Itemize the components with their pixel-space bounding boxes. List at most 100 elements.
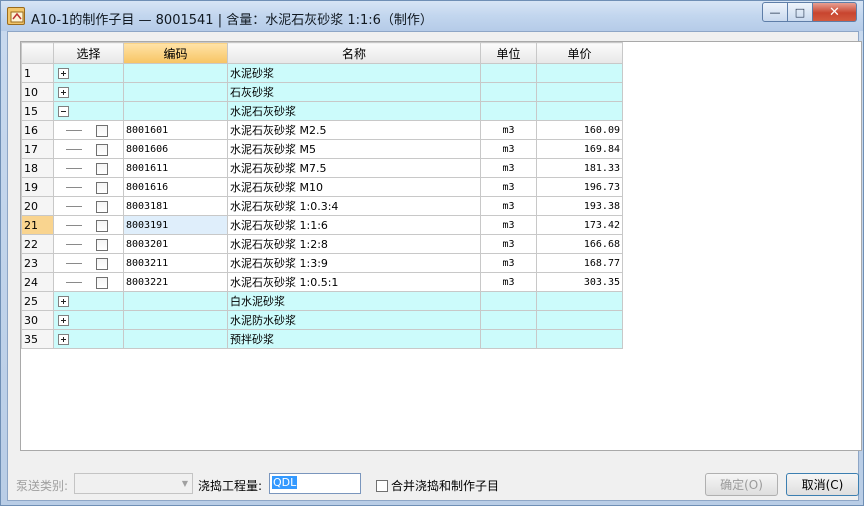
unit-cell[interactable] xyxy=(480,63,537,83)
grid-panel[interactable]: 选择 编码 名称 单位 单价 1 水泥砂浆 10 石灰砂浆 15 水泥石灰砂浆 16 8001… xyxy=(20,41,862,451)
select-cell[interactable] xyxy=(53,158,124,178)
price-cell[interactable]: 169.84 xyxy=(536,139,623,159)
header-unit[interactable]: 单位 xyxy=(480,42,537,64)
name-cell[interactable]: 水泥石灰砂浆 1:2:8 xyxy=(227,234,481,254)
select-cell[interactable] xyxy=(53,82,124,102)
checkbox-icon[interactable] xyxy=(376,479,388,492)
name-cell[interactable]: 水泥石灰砂浆 xyxy=(227,101,481,121)
row-checkbox[interactable] xyxy=(96,143,108,156)
code-cell[interactable]: 8001616 xyxy=(123,177,228,197)
unit-cell[interactable]: m3 xyxy=(480,196,537,216)
select-cell[interactable] xyxy=(53,177,124,197)
code-cell[interactable] xyxy=(123,63,228,83)
table-row[interactable]: 17 8001606 水泥石灰砂浆 M5 m3 169.84 xyxy=(21,139,623,159)
group-row[interactable]: 35 预拌砂浆 xyxy=(21,329,623,349)
select-cell[interactable] xyxy=(53,329,124,349)
row-checkbox[interactable] xyxy=(96,257,108,270)
merge-checkbox[interactable]: 合并浇捣和制作子目 xyxy=(376,477,499,494)
code-cell[interactable]: 8003221 xyxy=(123,272,228,292)
unit-cell[interactable]: m3 xyxy=(480,177,537,197)
price-cell[interactable]: 173.42 xyxy=(536,215,623,235)
table-row[interactable]: 20 8003181 水泥石灰砂浆 1:0.3:4 m3 193.38 xyxy=(21,196,623,216)
name-cell[interactable]: 预拌砂浆 xyxy=(227,329,481,349)
name-cell[interactable]: 白水泥砂浆 xyxy=(227,291,481,311)
name-cell[interactable]: 水泥石灰砂浆 M7.5 xyxy=(227,158,481,178)
name-cell[interactable]: 石灰砂浆 xyxy=(227,82,481,102)
collapse-icon[interactable] xyxy=(58,106,69,117)
unit-cell[interactable]: m3 xyxy=(480,234,537,254)
row-checkbox[interactable] xyxy=(96,181,108,194)
code-cell[interactable]: 8001611 xyxy=(123,158,228,178)
name-cell[interactable]: 水泥石灰砂浆 1:3:9 xyxy=(227,253,481,273)
price-cell[interactable]: 196.73 xyxy=(536,177,623,197)
row-checkbox[interactable] xyxy=(96,219,108,232)
price-cell[interactable]: 166.68 xyxy=(536,234,623,254)
code-cell[interactable] xyxy=(123,329,228,349)
cancel-button[interactable]: 取消(C) xyxy=(786,473,859,496)
unit-cell[interactable]: m3 xyxy=(480,139,537,159)
code-cell[interactable] xyxy=(123,101,228,121)
group-row[interactable]: 1 水泥砂浆 xyxy=(21,63,623,83)
code-cell[interactable]: 8001601 xyxy=(123,120,228,140)
header-name[interactable]: 名称 xyxy=(227,42,481,64)
group-row[interactable]: 30 水泥防水砂浆 xyxy=(21,310,623,330)
table-row[interactable]: 16 8001601 水泥石灰砂浆 M2.5 m3 160.09 xyxy=(21,120,623,140)
code-cell[interactable]: 8003201 xyxy=(123,234,228,254)
unit-cell[interactable] xyxy=(480,82,537,102)
unit-cell[interactable]: m3 xyxy=(480,215,537,235)
maximize-button[interactable]: □ xyxy=(788,2,813,22)
table-row[interactable]: 18 8001611 水泥石灰砂浆 M7.5 m3 181.33 xyxy=(21,158,623,178)
select-cell[interactable] xyxy=(53,139,124,159)
name-cell[interactable]: 水泥石灰砂浆 1:0.5:1 xyxy=(227,272,481,292)
price-cell[interactable]: 193.38 xyxy=(536,196,623,216)
price-cell[interactable] xyxy=(536,101,623,121)
price-cell[interactable]: 181.33 xyxy=(536,158,623,178)
expand-icon[interactable] xyxy=(58,68,69,79)
pump-type-select[interactable]: ▼ xyxy=(74,473,193,494)
group-row[interactable]: 15 水泥石灰砂浆 xyxy=(21,101,623,121)
name-cell[interactable]: 水泥砂浆 xyxy=(227,63,481,83)
code-cell[interactable] xyxy=(123,291,228,311)
row-checkbox[interactable] xyxy=(96,162,108,175)
select-cell[interactable] xyxy=(53,310,124,330)
price-cell[interactable] xyxy=(536,310,623,330)
price-cell[interactable]: 303.35 xyxy=(536,272,623,292)
code-cell[interactable] xyxy=(123,310,228,330)
select-cell[interactable] xyxy=(53,101,124,121)
select-cell[interactable] xyxy=(53,63,124,83)
row-checkbox[interactable] xyxy=(96,124,108,137)
select-cell[interactable] xyxy=(53,120,124,140)
unit-cell[interactable]: m3 xyxy=(480,120,537,140)
title-bar[interactable]: A10-1的制作子目 — 8001541 | 含量：水泥石灰砂浆 1:1:6（制… xyxy=(1,1,863,31)
table-row[interactable]: 21 8003191 水泥石灰砂浆 1:1:6 m3 173.42 xyxy=(21,215,623,235)
table-row[interactable]: 24 8003221 水泥石灰砂浆 1:0.5:1 m3 303.35 xyxy=(21,272,623,292)
name-cell[interactable]: 水泥石灰砂浆 1:0.3:4 xyxy=(227,196,481,216)
name-cell[interactable]: 水泥石灰砂浆 M10 xyxy=(227,177,481,197)
header-select[interactable]: 选择 xyxy=(53,42,124,64)
code-cell[interactable]: 8003211 xyxy=(123,253,228,273)
code-cell[interactable] xyxy=(123,82,228,102)
select-cell[interactable] xyxy=(53,291,124,311)
unit-cell[interactable] xyxy=(480,101,537,121)
price-cell[interactable]: 168.77 xyxy=(536,253,623,273)
unit-cell[interactable]: m3 xyxy=(480,253,537,273)
table-row[interactable]: 19 8001616 水泥石灰砂浆 M10 m3 196.73 xyxy=(21,177,623,197)
unit-cell[interactable] xyxy=(480,329,537,349)
unit-cell[interactable]: m3 xyxy=(480,158,537,178)
subitem-grid[interactable]: 选择 编码 名称 单位 单价 1 水泥砂浆 10 石灰砂浆 15 水泥石灰砂浆 16 8001… xyxy=(21,42,623,349)
table-row[interactable]: 23 8003211 水泥石灰砂浆 1:3:9 m3 168.77 xyxy=(21,253,623,273)
group-row[interactable]: 10 石灰砂浆 xyxy=(21,82,623,102)
price-cell[interactable]: 160.09 xyxy=(536,120,623,140)
name-cell[interactable]: 水泥石灰砂浆 M5 xyxy=(227,139,481,159)
name-cell[interactable]: 水泥石灰砂浆 1:1:6 xyxy=(227,215,481,235)
row-checkbox[interactable] xyxy=(96,200,108,213)
header-code[interactable]: 编码 xyxy=(123,42,228,64)
price-cell[interactable] xyxy=(536,329,623,349)
group-row[interactable]: 25 白水泥砂浆 xyxy=(21,291,623,311)
price-cell[interactable] xyxy=(536,82,623,102)
row-checkbox[interactable] xyxy=(96,238,108,251)
expand-icon[interactable] xyxy=(58,296,69,307)
price-cell[interactable] xyxy=(536,63,623,83)
select-cell[interactable] xyxy=(53,215,124,235)
code-cell[interactable]: 8003191 xyxy=(123,215,228,235)
